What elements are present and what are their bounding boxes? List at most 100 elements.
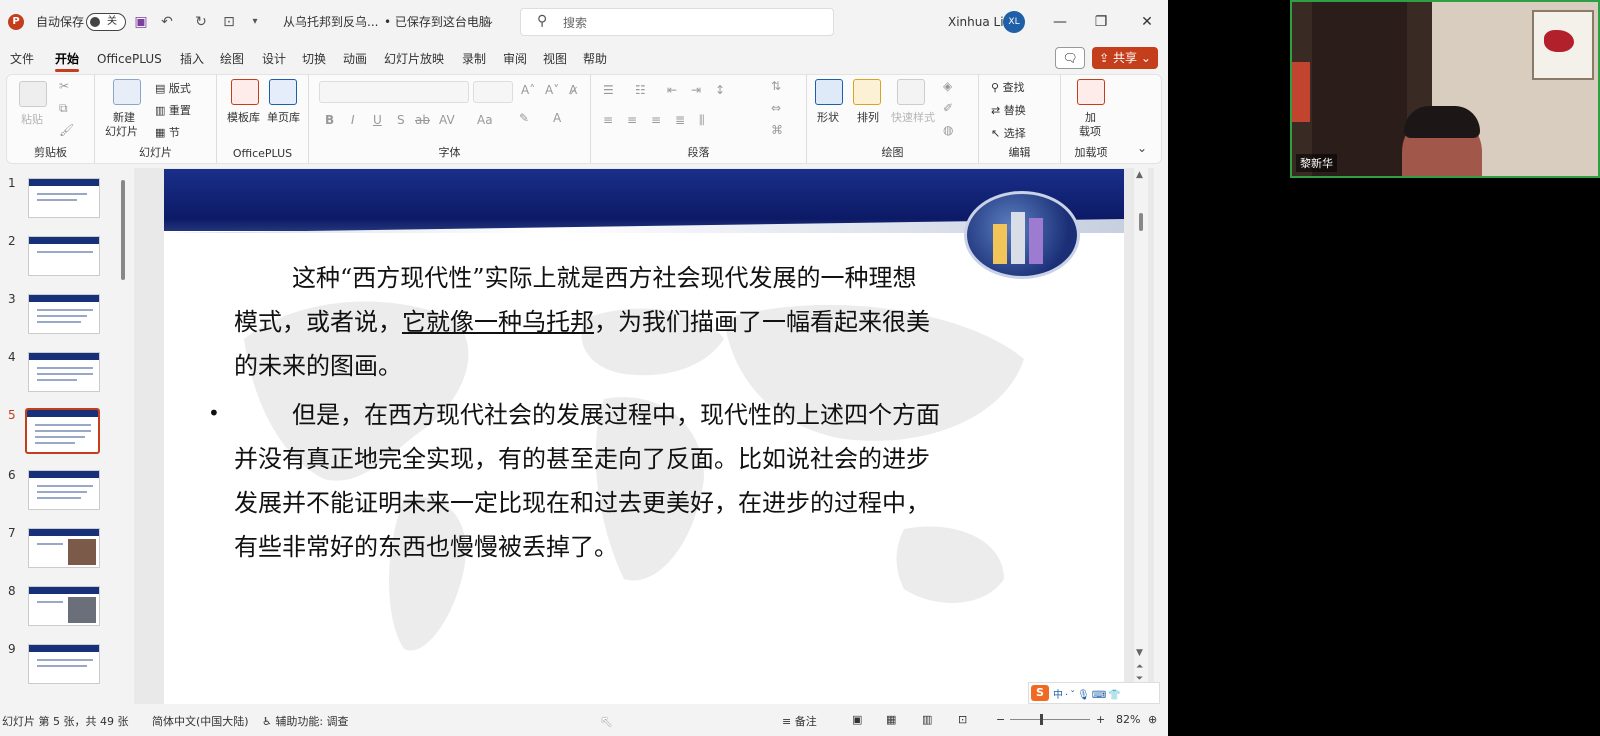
arrange-icon[interactable]	[853, 79, 881, 105]
reading-view-icon[interactable]: ▥	[922, 713, 932, 726]
slide-thumbnail-6[interactable]	[28, 470, 100, 510]
tab-officeplus[interactable]: OfficePLUS	[97, 49, 162, 69]
autosave-toggle[interactable]: 关	[86, 13, 126, 31]
page-library-icon[interactable]	[269, 79, 297, 105]
page-library-label[interactable]: 单页库	[267, 109, 300, 125]
bold-icon[interactable]: B	[325, 113, 334, 127]
tab-animations[interactable]: 动画	[343, 49, 367, 69]
tab-review[interactable]: 审阅	[503, 49, 527, 69]
collapse-ribbon-icon[interactable]: ⌄	[1137, 141, 1147, 155]
slide-thumbnail-8[interactable]	[28, 586, 100, 626]
addins-icon[interactable]	[1077, 79, 1105, 105]
change-case-icon[interactable]: Aa	[477, 113, 493, 127]
paste-icon[interactable]	[19, 81, 47, 107]
user-name[interactable]: Xinhua Li	[948, 12, 1004, 32]
section-button[interactable]: ▦ 节	[155, 124, 180, 140]
avatar[interactable]: XL	[1003, 11, 1025, 33]
tab-record[interactable]: 录制	[462, 49, 486, 69]
zoom-out-icon[interactable]: −	[996, 713, 1005, 726]
slide-thumbnail-7[interactable]	[28, 528, 100, 568]
restore-button[interactable]: ❐	[1086, 10, 1116, 34]
chevron-down-icon[interactable]: ⌄	[486, 12, 494, 32]
font-name-dropdown[interactable]	[319, 81, 469, 103]
select-button[interactable]: ↖ 选择	[991, 125, 1026, 141]
quick-styles-label[interactable]: 快速样式	[891, 109, 935, 125]
tab-transitions[interactable]: 切换	[302, 49, 326, 69]
normal-view-icon[interactable]: ▣	[852, 713, 862, 726]
slideshow-icon[interactable]: ⊡	[958, 713, 967, 726]
increase-indent-icon[interactable]: ⇥	[691, 83, 701, 97]
bullets-icon[interactable]: ☰	[603, 83, 614, 97]
prev-slide-icon[interactable]: ⏶	[1136, 662, 1143, 672]
tab-home[interactable]: 开始	[55, 49, 80, 72]
decrease-indent-icon[interactable]: ⇤	[667, 83, 677, 97]
format-painter-icon[interactable]: 🖌	[59, 123, 74, 137]
arrange-label[interactable]: 排列	[857, 109, 879, 125]
underline-icon[interactable]: U	[373, 113, 382, 127]
numbering-icon[interactable]: ☷	[635, 83, 646, 97]
slide-thumbnail-4[interactable]	[28, 352, 100, 392]
align-left-icon[interactable]: ≡	[603, 113, 613, 127]
new-slide-icon[interactable]	[113, 79, 141, 105]
tab-insert[interactable]: 插入	[180, 49, 204, 69]
slide-thumbnail-9[interactable]	[28, 644, 100, 684]
save-status[interactable]: • 已保存到这台电脑	[384, 12, 491, 32]
zoom-slider-thumb[interactable]	[1040, 714, 1043, 725]
reset-button[interactable]: ▥ 重置	[155, 102, 191, 118]
highlight-icon[interactable]: ✎	[519, 111, 529, 125]
tab-slideshow[interactable]: 幻灯片放映	[384, 49, 444, 69]
tab-help[interactable]: 帮助	[583, 49, 607, 69]
shadow-icon[interactable]: S	[397, 113, 405, 127]
align-text-icon[interactable]: ⇔	[771, 101, 781, 115]
accessibility-button[interactable]: ♿ 辅助功能: 调查	[262, 713, 349, 729]
scrollbar-thumb[interactable]	[121, 180, 125, 280]
shapes-label[interactable]: 形状	[817, 109, 839, 125]
smartart-icon[interactable]: ⌘	[771, 123, 783, 137]
new-slide-label-2[interactable]: 幻灯片	[105, 123, 138, 139]
customize-qat-icon[interactable]: ▾	[246, 12, 264, 32]
tab-view[interactable]: 视图	[543, 49, 567, 69]
document-name[interactable]: 从乌托邦到反乌...	[283, 12, 378, 32]
slide-thumbnail-3[interactable]	[28, 294, 100, 334]
save-icon[interactable]: ▣	[132, 12, 150, 32]
thumbnails-scrollbar[interactable]	[119, 180, 127, 700]
zoom-slider[interactable]	[1010, 719, 1090, 720]
italic-icon[interactable]: I	[351, 113, 355, 127]
align-center-icon[interactable]: ≡	[627, 113, 637, 127]
find-button[interactable]: ⚲ 查找	[991, 79, 1025, 95]
slide-thumbnail-1[interactable]	[28, 178, 100, 218]
search-box[interactable]: ⚲ 搜索	[520, 8, 834, 36]
scroll-up-icon[interactable]: ▲	[1136, 170, 1143, 180]
tab-file[interactable]: 文件	[10, 49, 34, 69]
scroll-down-icon[interactable]: ▼	[1136, 648, 1143, 658]
quick-styles-icon[interactable]	[897, 79, 925, 105]
current-slide[interactable]: 这种“西方现代性”实际上就是西方社会现代发展的一种理想 模式，或者说，它就像一种…	[164, 169, 1124, 711]
slide-sorter-icon[interactable]: ▦	[886, 713, 896, 726]
scrollbar-thumb[interactable]	[1139, 213, 1143, 231]
columns-icon[interactable]: ⫼	[699, 113, 705, 128]
zoom-level[interactable]: 82%	[1116, 713, 1140, 726]
cut-icon[interactable]: ✂	[59, 79, 69, 93]
align-right-icon[interactable]: ≡	[651, 113, 661, 127]
fit-slide-icon[interactable]: ⊕	[1148, 713, 1157, 726]
share-button[interactable]: ⇪ 共享 ⌄	[1092, 47, 1158, 69]
template-library-icon[interactable]	[231, 79, 259, 105]
notes-button[interactable]: ≡ 备注	[782, 713, 817, 729]
strikethrough-icon[interactable]: ab	[415, 113, 430, 127]
close-button[interactable]: ✕	[1132, 10, 1162, 34]
template-library-label[interactable]: 模板库	[227, 109, 260, 125]
shape-fill-icon[interactable]: ◈	[943, 79, 952, 93]
tab-draw[interactable]: 绘图	[220, 49, 244, 69]
decrease-font-icon[interactable]: A˅	[545, 83, 559, 97]
line-spacing-icon[interactable]: ↕	[715, 83, 725, 97]
slide-thumbnail-2[interactable]	[28, 236, 100, 276]
present-icon[interactable]: ⊡	[220, 12, 238, 32]
zoom-in-icon[interactable]: +	[1096, 713, 1105, 726]
copy-icon[interactable]: ⧉	[59, 101, 68, 116]
undo-icon[interactable]: ↶	[158, 12, 176, 32]
slide-scrollbar[interactable]: ▲ ▼ ⏶ ⏷	[1134, 168, 1148, 720]
font-size-dropdown[interactable]	[473, 81, 513, 103]
ime-toolbar[interactable]: S 中·ˇ🎙⌨👕	[1028, 682, 1160, 704]
shapes-icon[interactable]	[815, 79, 843, 105]
shape-effects-icon[interactable]: ◍	[943, 123, 953, 137]
